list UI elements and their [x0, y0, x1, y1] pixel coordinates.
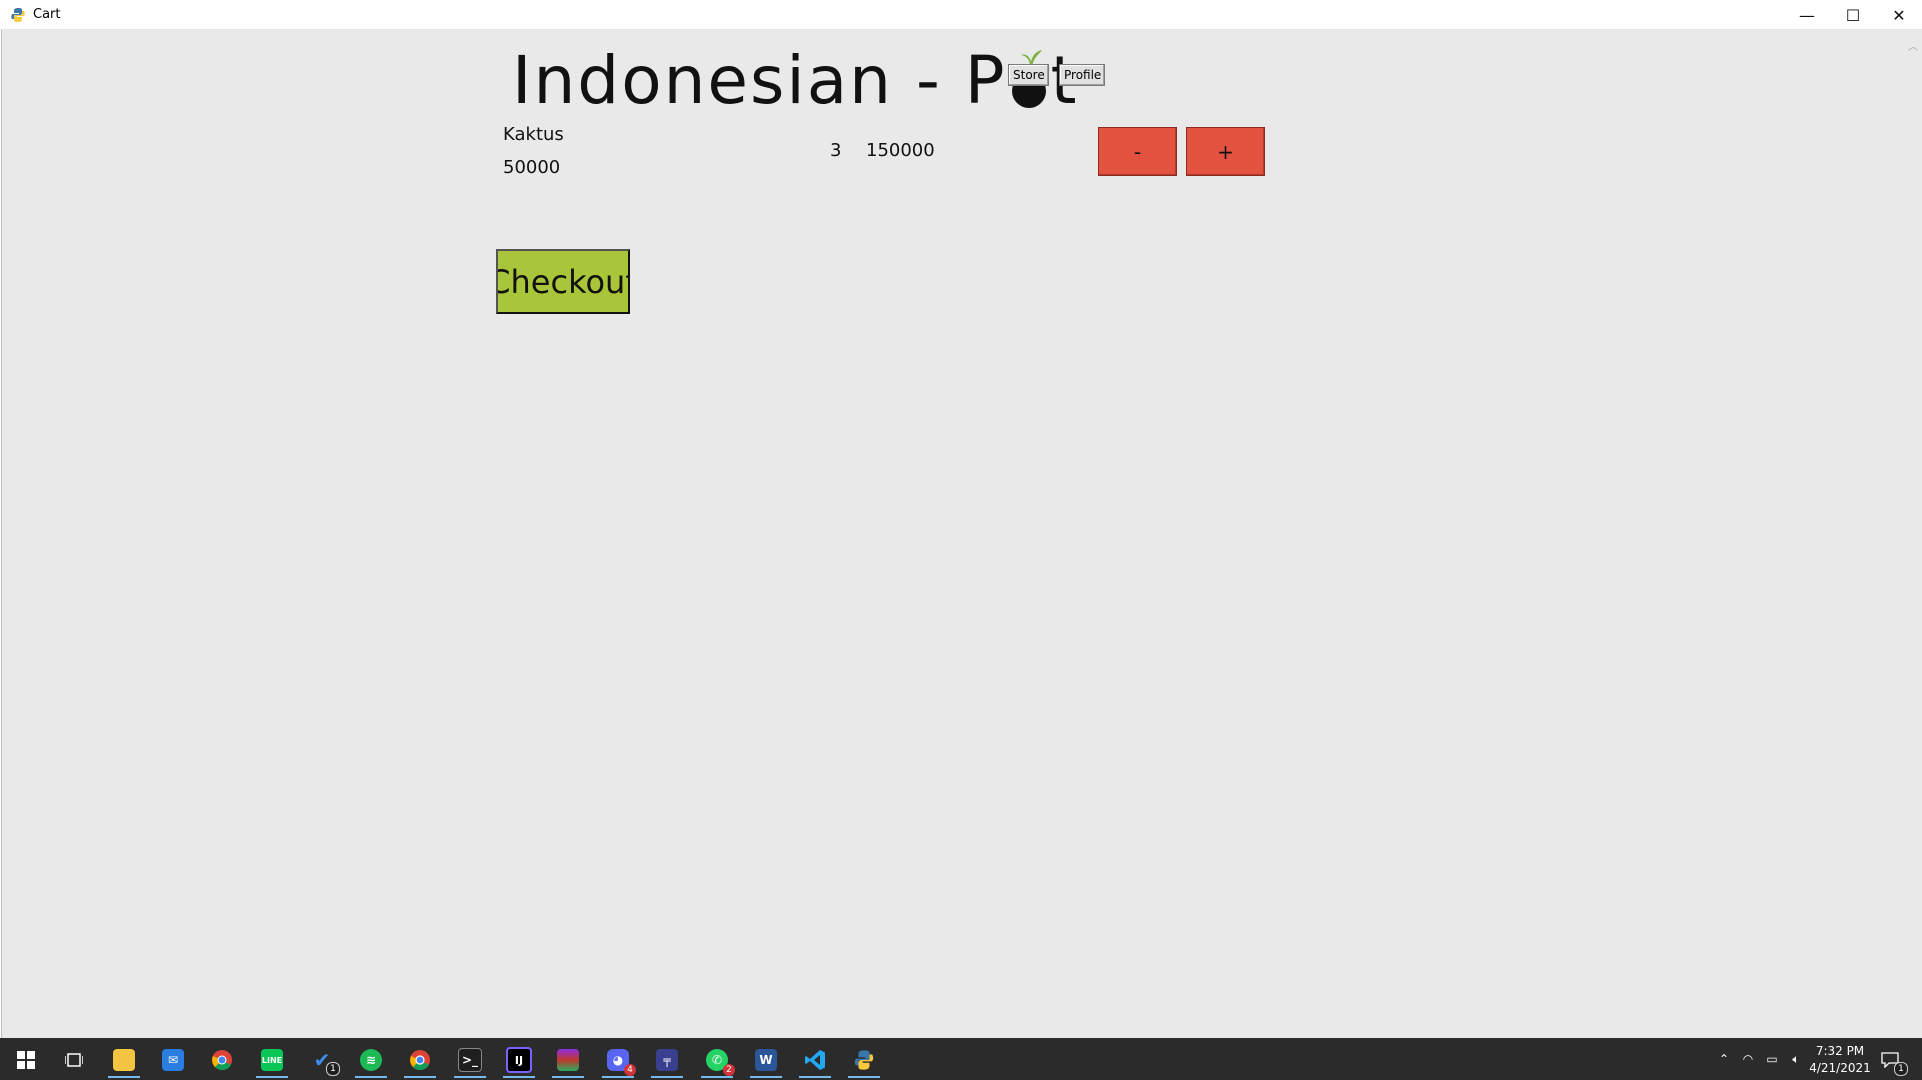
system-tray: ⌃ ◠ ▭ 🔈︎ [1712, 1038, 1808, 1080]
network-icon[interactable]: ◠ [1736, 1052, 1760, 1066]
taskbar-mail[interactable]: ✉ [149, 1042, 197, 1078]
cart-item-price: 50000 [503, 157, 561, 178]
taskbar-vscode[interactable] [791, 1042, 839, 1078]
intellij-icon: IJ [506, 1047, 532, 1073]
vertical-scrollbar[interactable] [1904, 30, 1922, 1038]
window-titlebar: Cart — ☐ ✕ [0, 0, 1922, 30]
decrement-quantity-button[interactable]: - [1098, 127, 1177, 176]
cart-item-name: Kaktus [503, 124, 564, 145]
scroll-up-arrow-icon[interactable]: ︿ [1908, 38, 1918, 53]
profile-button[interactable]: Profile [1059, 64, 1105, 86]
cart-item-subtotal: 150000 [866, 140, 935, 161]
taskbar-chrome-profile[interactable] [396, 1042, 444, 1078]
taskbar-intellij[interactable]: IJ [495, 1042, 543, 1078]
taskbar-discord[interactable]: ◕ 4 [594, 1042, 642, 1078]
python-app-icon [10, 7, 26, 23]
cart-content-area [1, 30, 1921, 1038]
taskbar-terminal[interactable]: >_ [446, 1042, 494, 1078]
discord-badge: 4 [624, 1064, 636, 1076]
taskbar-winrar[interactable] [544, 1042, 592, 1078]
taskbar-word[interactable]: W [742, 1042, 790, 1078]
chrome-icon [212, 1050, 232, 1071]
taskbar-clock[interactable]: 7:32 PM 4/21/2021 [1805, 1043, 1875, 1077]
spotify-icon: ≋ [360, 1049, 382, 1071]
todo-badge: 1 [326, 1062, 340, 1076]
close-button[interactable]: ✕ [1876, 0, 1922, 30]
terminal-icon: >_ [458, 1048, 482, 1072]
archive-icon [557, 1049, 579, 1071]
taskbar-trello[interactable]: ╤ [643, 1042, 691, 1078]
battery-icon[interactable]: ▭ [1760, 1052, 1784, 1066]
window-title: Cart [33, 7, 61, 22]
clock-time: 7:32 PM [1815, 1044, 1865, 1058]
notification-count-badge: 1 [1894, 1062, 1908, 1076]
whatsapp-badge: 2 [723, 1064, 735, 1076]
mail-icon: ✉ [162, 1049, 184, 1071]
checkout-button[interactable]: Checkout [496, 249, 630, 314]
vscode-icon [805, 1050, 825, 1070]
taskbar-whatsapp[interactable]: ✆ 2 [693, 1042, 741, 1078]
folder-icon [113, 1049, 135, 1071]
taskbar-line[interactable]: LINE [248, 1042, 296, 1078]
clock-date: 4/21/2021 [1809, 1061, 1871, 1075]
minimize-button[interactable]: — [1784, 0, 1830, 30]
logo-text-left: Indonesian - P [512, 42, 1007, 119]
action-center-button[interactable]: 1 [1870, 1042, 1910, 1078]
start-button[interactable] [2, 1042, 50, 1078]
task-view-button[interactable] [50, 1042, 98, 1078]
taskbar-python[interactable] [840, 1042, 888, 1078]
taskbar-file-explorer[interactable] [100, 1042, 148, 1078]
python-icon [854, 1050, 874, 1070]
cart-item-quantity: 3 [830, 140, 842, 161]
word-icon: W [755, 1049, 777, 1071]
maximize-button[interactable]: ☐ [1830, 0, 1876, 30]
store-button[interactable]: Store [1008, 64, 1049, 86]
windows-logo-icon [17, 1051, 35, 1069]
brand-logo: Indonesian - P t [512, 44, 1078, 118]
chrome-profile-icon [410, 1050, 430, 1071]
increment-quantity-button[interactable]: + [1186, 127, 1265, 176]
taskbar-todo[interactable]: ✔ 1 [298, 1042, 346, 1078]
taskbar-spotify[interactable]: ≋ [347, 1042, 395, 1078]
show-hidden-icons-chevron-icon[interactable]: ⌃ [1712, 1052, 1736, 1066]
board-icon: ╤ [656, 1049, 678, 1071]
taskbar-chrome[interactable] [198, 1042, 246, 1078]
line-chat-icon: LINE [261, 1049, 283, 1071]
task-view-icon [65, 1053, 83, 1067]
